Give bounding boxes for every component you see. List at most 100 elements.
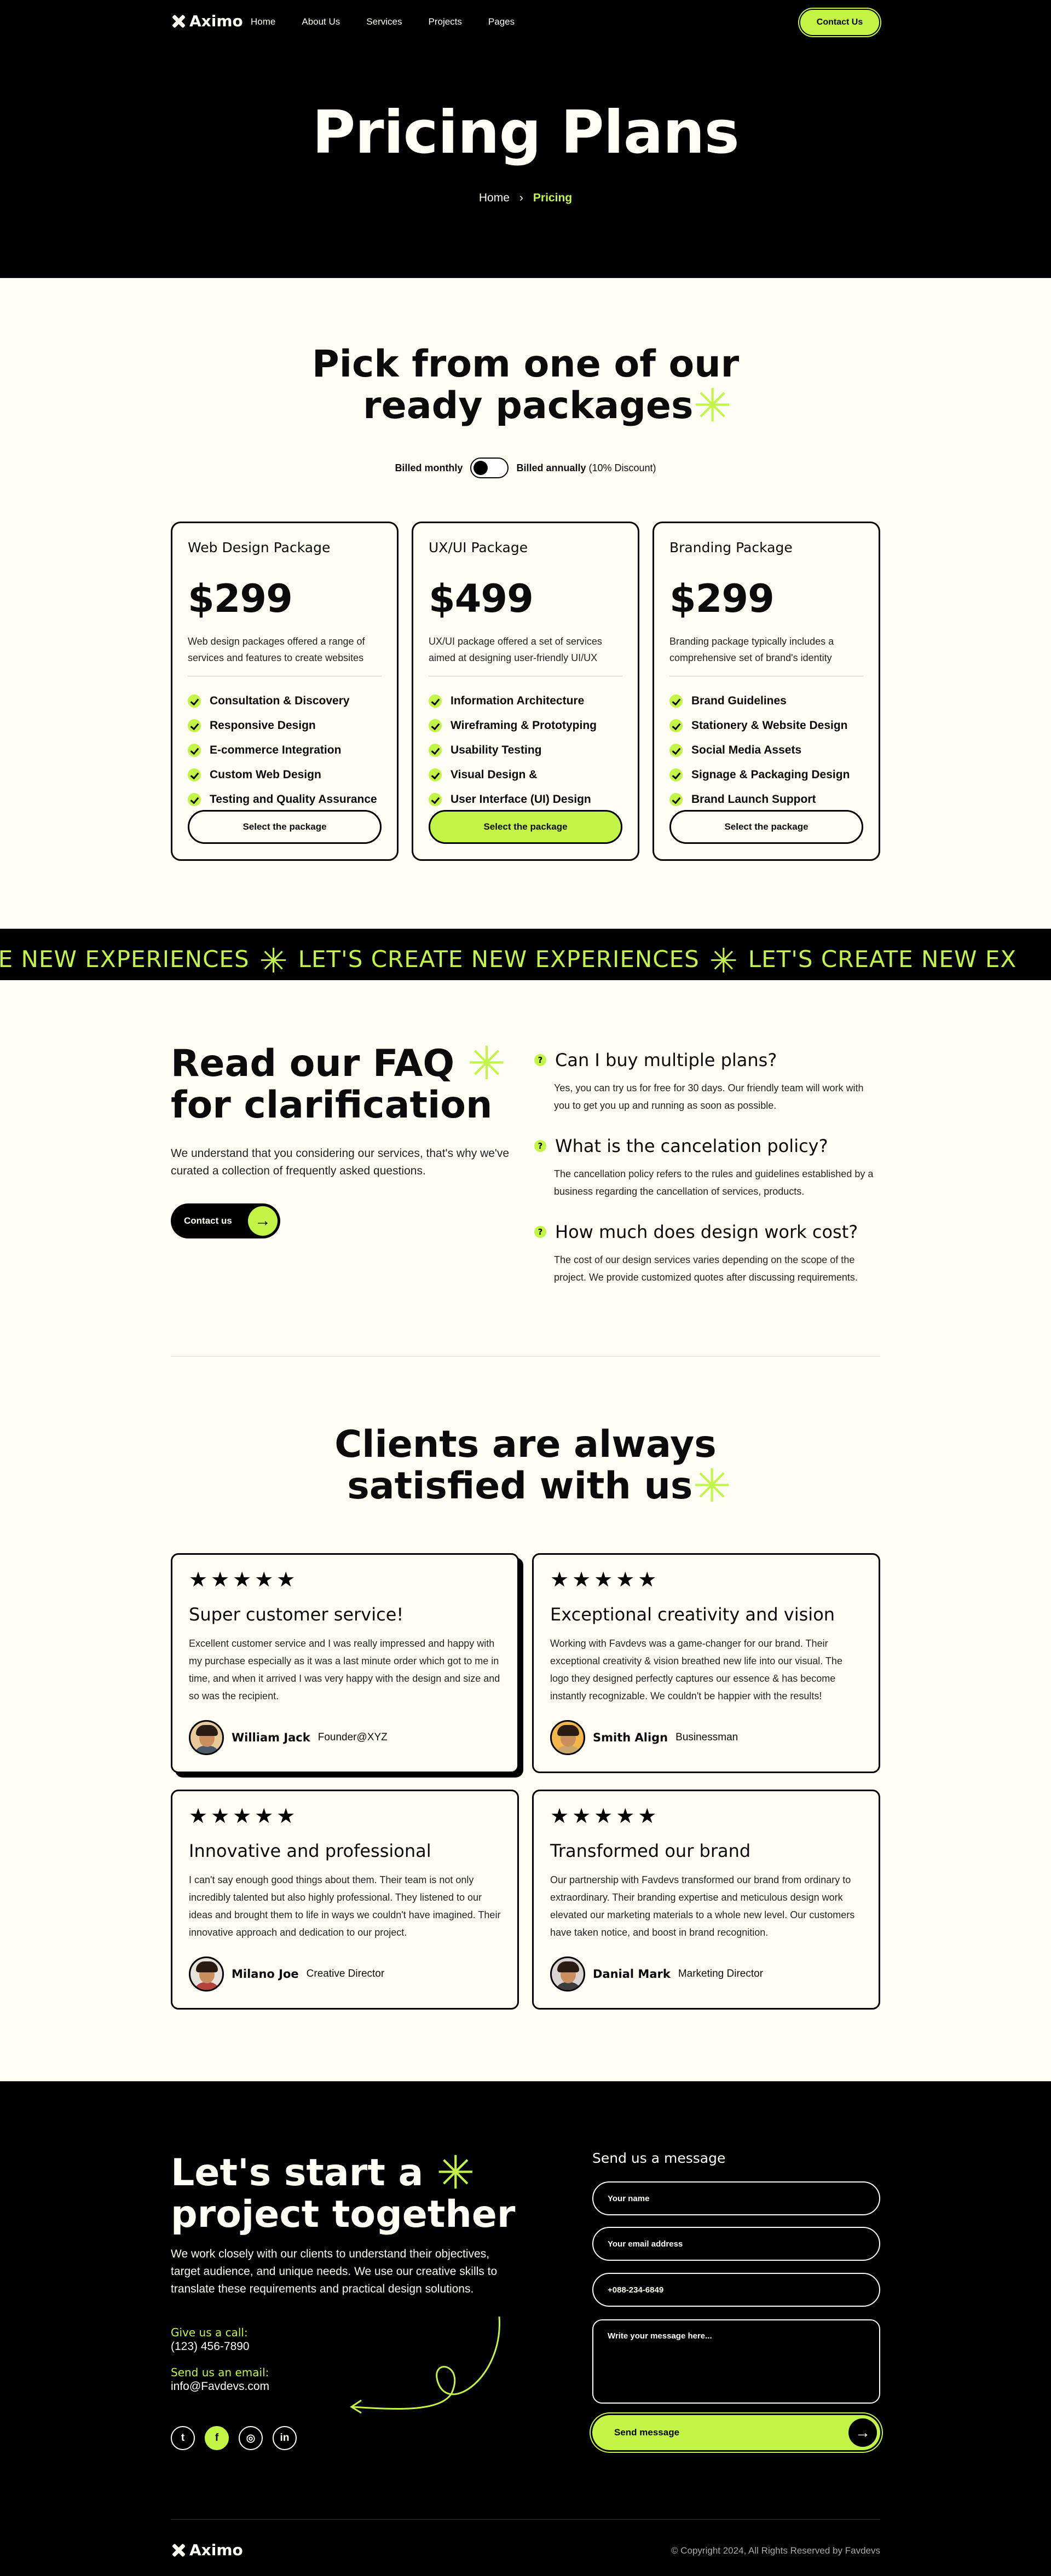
footer-logo[interactable]: Aximo [171,2541,243,2559]
feature-item: Stationery & Website Design [669,713,863,738]
faq-question-text: How much does design work cost? [555,1222,858,1242]
nav-link-services[interactable]: Services [366,16,402,27]
contact-us-label: Contact us [184,1215,232,1226]
testimonial-text: Excellent customer service and I was rea… [189,1638,500,1701]
feature-item: User Interface (UI) Design [429,787,622,812]
instagram-icon[interactable]: ◎ [239,2426,263,2450]
hero-section: Aximo Home About Us Services Projects Pa… [0,0,1051,278]
plan-description: Web design packages offered a range of s… [188,636,365,663]
arrow-right-icon: → [248,1206,278,1236]
feature-label: Consultation & Discovery [210,694,350,707]
linkedin-icon[interactable]: in [273,2426,297,2450]
name-field[interactable]: Your name [592,2181,880,2215]
twitter-icon[interactable]: t [171,2426,195,2450]
contact-title: Let's start a ✳ project together [171,2150,516,2236]
testimonial-text: Working with Favdevs was a game-changer … [550,1638,842,1701]
send-message-button[interactable]: Send message → [592,2415,880,2450]
breadcrumb-home[interactable]: Home [479,192,510,205]
nav-link-home[interactable]: Home [251,16,275,27]
feature-item: Usability Testing [429,738,622,762]
faq-answer: Yes, you can try us for free for 30 days… [554,1083,864,1111]
feature-item: Signage & Packaging Design [669,762,863,787]
social-links: t f ◎ in [171,2426,297,2450]
feature-item: Responsive Design [188,713,382,738]
plan-price: $299 [669,576,775,621]
nav-link-about[interactable]: About Us [302,16,340,27]
check-icon [429,719,442,732]
marquee-text: LET'S CREATE NEW EXPERIENCES [298,946,700,972]
plan-price: $499 [429,576,534,621]
select-package-button[interactable]: Select the package [429,810,622,844]
check-icon [669,768,683,782]
plan-price: $299 [188,576,293,621]
feature-item: Custom Web Design [188,762,382,787]
footer-divider [171,2519,880,2520]
email-field[interactable]: Your email address [592,2227,880,2261]
brand-logo[interactable]: Aximo [171,12,243,30]
testimonial-text: Our partnership with Favdevs transformed… [550,1874,855,1938]
avatar [189,1720,224,1755]
message-field[interactable]: Write your message here... [592,2319,880,2404]
contact-us-button[interactable]: Contact us → [171,1203,280,1238]
check-icon [188,743,201,757]
form-title: Send us a message [592,2150,726,2166]
check-icon [669,694,683,708]
phone-number[interactable]: (123) 456-7890 [171,2340,250,2353]
feature-item: Social Media Assets [669,738,863,762]
feature-item: Brand Guidelines [669,688,863,713]
nav-link-pages[interactable]: Pages [488,16,515,27]
feature-label: Usability Testing [451,743,542,756]
send-message-label: Send message [614,2427,680,2438]
contact-description: We work closely with our clients to unde… [171,2248,498,2295]
select-package-button[interactable]: Select the package [188,810,382,844]
question-icon: ? [534,1054,546,1066]
testimonial-card: ★★★★★ Innovative and professional I can'… [171,1790,519,2010]
feature-label: Custom Web Design [210,768,321,781]
brand-name: Aximo [189,2541,243,2559]
testimonial-author: Smith Align Businessman [550,1720,738,1755]
asterisk-icon: ✳ [709,941,738,980]
faq-title-line1: Read our FAQ [171,1042,455,1085]
contact-title-line2: project together [171,2193,516,2236]
testimonial-author: Milano Joe Creative Director [189,1956,384,1992]
five-star-rating-icon: ★★★★★ [189,1805,299,1828]
logo-mark-icon [171,14,186,29]
email-address[interactable]: info@Favdevs.com [171,2380,269,2393]
testimonial-title: Transformed our brand [550,1840,751,1861]
feature-label: Social Media Assets [691,743,802,756]
question-icon: ? [534,1226,546,1238]
nav-links: Home About Us Services Projects Pages [251,16,515,27]
pricing-card-web-design: Web Design Package $299 Web design packa… [171,522,399,861]
author-name: Milano Joe [232,1967,299,1981]
faq-item[interactable]: ? How much does design work cost? The cos… [534,1222,880,1286]
select-package-button[interactable]: Select the package [669,810,863,844]
author-role: Marketing Director [678,1968,764,1979]
asterisk-icon: ✳ [436,2146,475,2199]
author-name: Danial Mark [593,1967,671,1981]
contact-us-button[interactable]: Contact Us [799,9,880,36]
faq-question: ? What is the cancelation policy? [534,1136,880,1156]
asterisk-icon: ✳ [693,379,732,432]
phone-field[interactable]: +088-234-6849 [592,2273,880,2307]
plan-name: UX/UI Package [429,540,528,555]
plan-description: UX/UI package offered a set of services … [429,636,602,663]
feature-item: Brand Launch Support [669,787,863,812]
nav-link-projects[interactable]: Projects [428,16,461,27]
check-icon [669,719,683,732]
testimonials-title-line1: Clients are always [334,1423,717,1466]
faq-title: Read our FAQ ✳ for clarification [171,1040,506,1126]
curved-arrow-decoration [350,2316,500,2414]
faq-question-text: What is the cancelation policy? [555,1136,828,1156]
five-star-rating-icon: ★★★★★ [550,1568,660,1591]
faq-item[interactable]: ? What is the cancelation policy? The can… [534,1136,880,1200]
feature-label: Responsive Design [210,719,316,732]
email-label: Send us an email: [171,2366,269,2379]
faq-item[interactable]: ? Can I buy multiple plans? Yes, you can … [534,1050,880,1114]
facebook-icon[interactable]: f [205,2426,229,2450]
feature-item: E-commerce Integration [188,738,382,762]
author-name: Smith Align [593,1731,668,1744]
testimonial-card: ★★★★★ Transformed our brand Our partners… [532,1790,880,2010]
copyright-text: © Copyright 2024, All Rights Reserved by… [671,2545,880,2556]
billing-switch[interactable] [470,458,509,478]
faq-question-text: Can I buy multiple plans? [555,1050,777,1070]
